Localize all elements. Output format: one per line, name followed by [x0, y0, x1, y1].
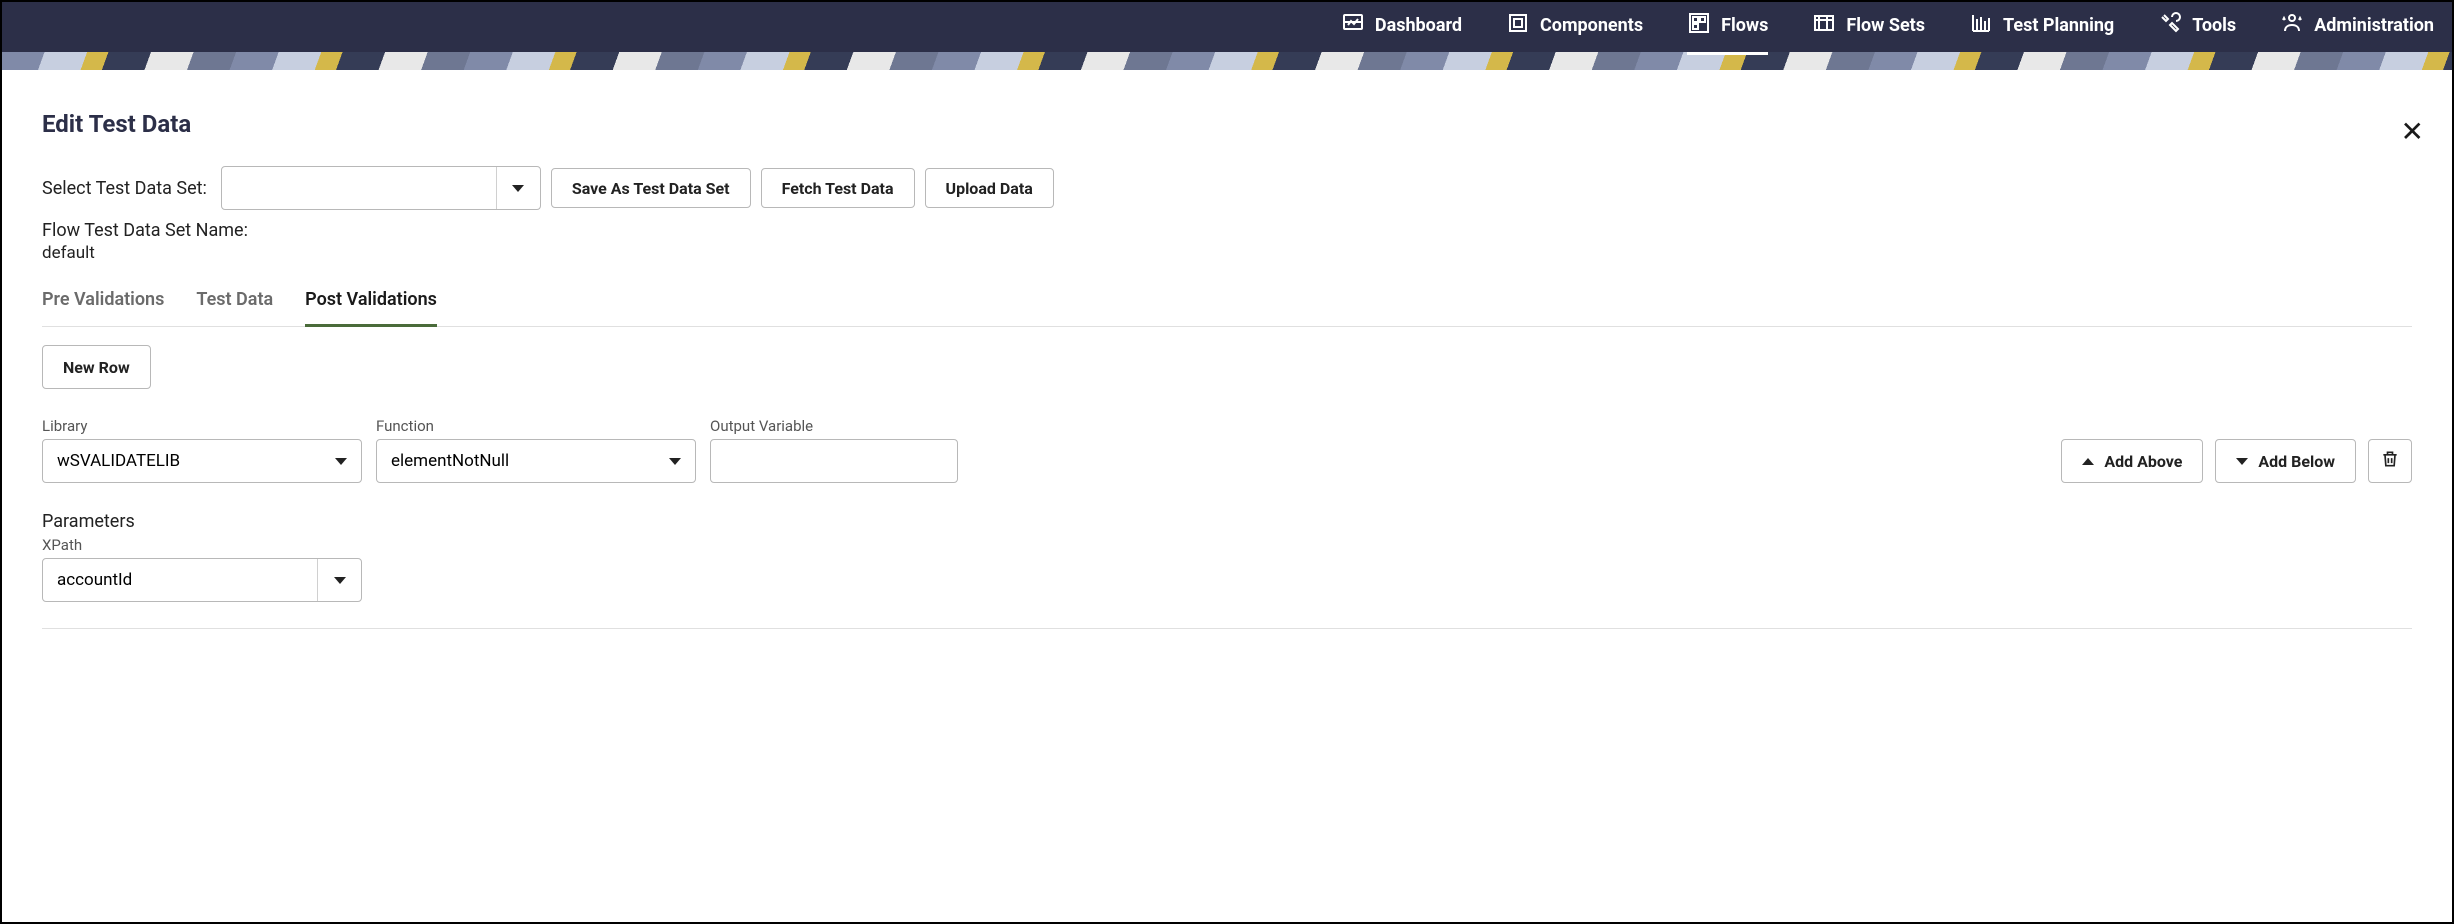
dataset-row: Select Test Data Set: Save As Test Data … — [42, 166, 2412, 210]
dataset-input[interactable] — [222, 167, 496, 209]
library-value: wSVALIDATELIB — [57, 451, 180, 471]
administration-icon — [2280, 11, 2304, 40]
save-as-button[interactable]: Save As Test Data Set — [551, 168, 751, 208]
close-icon: ✕ — [2401, 115, 2424, 148]
nav-dashboard[interactable]: Dashboard — [1341, 0, 1462, 55]
xpath-label: XPath — [42, 536, 362, 554]
components-icon — [1506, 11, 1530, 40]
fetch-test-data-button[interactable]: Fetch Test Data — [761, 168, 915, 208]
nav-test-planning[interactable]: Test Planning — [1969, 0, 2114, 55]
nav-label: Tools — [2192, 15, 2236, 36]
validation-row: Library wSVALIDATELIB Function elementNo… — [42, 417, 2412, 483]
chevron-down-icon — [512, 185, 524, 192]
new-row-button[interactable]: New Row — [42, 345, 151, 389]
chevron-down-icon — [669, 458, 681, 465]
function-select[interactable]: elementNotNull — [376, 439, 696, 483]
xpath-combobox[interactable] — [42, 558, 362, 602]
output-variable-input[interactable] — [710, 439, 958, 483]
delete-row-button[interactable] — [2368, 439, 2412, 483]
function-value: elementNotNull — [391, 451, 509, 471]
flows-icon — [1687, 11, 1711, 40]
row-actions: Add Above Add Below — [2061, 439, 2412, 483]
add-below-label: Add Below — [2258, 452, 2335, 471]
nav-tools[interactable]: Tools — [2158, 0, 2236, 55]
divider — [42, 628, 2412, 629]
function-label: Function — [376, 417, 696, 435]
tab-post-validations[interactable]: Post Validations — [305, 281, 437, 327]
nav-components[interactable]: Components — [1506, 0, 1643, 55]
nav-label: Test Planning — [2003, 15, 2114, 36]
chevron-down-icon — [334, 577, 346, 584]
nav-flows[interactable]: Flows — [1687, 0, 1768, 55]
nav-label: Administration — [2314, 15, 2434, 36]
library-label: Library — [42, 417, 362, 435]
caret-up-icon — [2082, 458, 2094, 465]
library-select[interactable]: wSVALIDATELIB — [42, 439, 362, 483]
xpath-dropdown-toggle[interactable] — [317, 559, 361, 601]
nav-flow-sets[interactable]: Flow Sets — [1812, 0, 1925, 55]
dataset-dropdown-toggle[interactable] — [496, 167, 540, 209]
dataset-combobox[interactable] — [221, 166, 541, 210]
close-button[interactable]: ✕ — [2401, 118, 2424, 146]
nav-administration[interactable]: Administration — [2280, 0, 2434, 55]
tab-test-data[interactable]: Test Data — [196, 281, 273, 327]
select-dataset-label: Select Test Data Set: — [42, 178, 207, 199]
upload-data-button[interactable]: Upload Data — [925, 168, 1054, 208]
nav-label: Flows — [1721, 15, 1768, 36]
page-title: Edit Test Data — [42, 110, 2412, 138]
test-planning-icon — [1969, 11, 1993, 40]
top-nav: Dashboard Components Flows Flow Sets Tes… — [2, 2, 2452, 52]
dashboard-icon — [1341, 11, 1365, 40]
output-variable-label: Output Variable — [710, 417, 958, 435]
add-above-button[interactable]: Add Above — [2061, 439, 2203, 483]
flow-sets-icon — [1812, 11, 1836, 40]
nav-label: Dashboard — [1375, 15, 1462, 36]
xpath-input[interactable] — [43, 559, 317, 601]
flow-set-name-label: Flow Test Data Set Name: — [42, 220, 2412, 241]
tab-pre-validations[interactable]: Pre Validations — [42, 281, 164, 327]
tools-icon — [2158, 11, 2182, 40]
add-above-label: Add Above — [2104, 452, 2182, 471]
nav-label: Components — [1540, 15, 1643, 36]
trash-icon — [2380, 449, 2400, 473]
tab-bar: Pre Validations Test Data Post Validatio… — [42, 281, 2412, 327]
main-content: ✕ Edit Test Data Select Test Data Set: S… — [2, 70, 2452, 639]
nav-label: Flow Sets — [1846, 15, 1925, 36]
parameters-heading: Parameters — [42, 511, 2412, 532]
add-below-button[interactable]: Add Below — [2215, 439, 2356, 483]
chevron-down-icon — [335, 458, 347, 465]
flow-set-name-value: default — [42, 243, 2412, 263]
caret-down-icon — [2236, 458, 2248, 465]
